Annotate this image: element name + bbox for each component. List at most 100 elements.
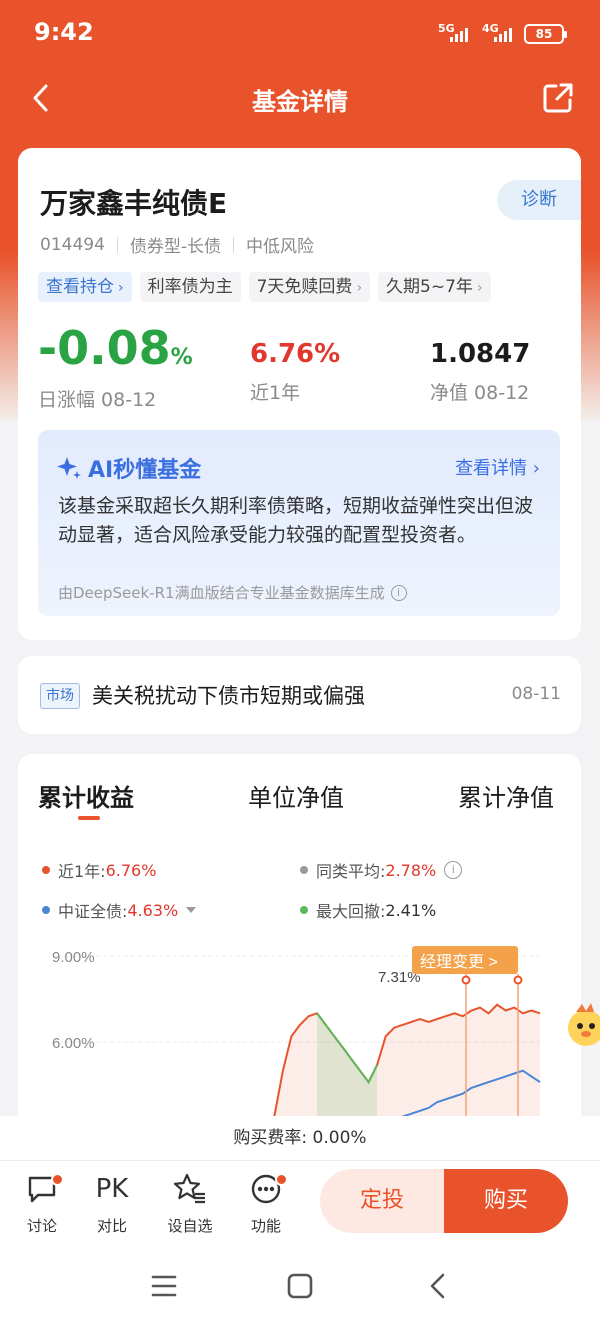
daily-change-value: -0.08 [38, 321, 171, 375]
fund-name: 万家鑫丰纯债E [40, 187, 228, 220]
chevron-right-icon: › [356, 280, 363, 296]
nav-stat: 1.0847 净值 08-12 [430, 336, 530, 405]
buy-button[interactable]: 购买 [444, 1169, 568, 1233]
chart-tabs: 累计收益 单位净值 累计净值 [18, 778, 581, 818]
divider [233, 236, 235, 253]
tag-label: 利率债为主 [147, 277, 233, 297]
status-time: 9:42 [34, 18, 94, 46]
legend-value: 4.63% [127, 900, 179, 920]
ai-footer: 由DeepSeek-R1满血版结合专业基金数据库生成 i [58, 582, 407, 603]
legend-value: 2.41% [385, 900, 437, 920]
fund-code: 014494 [40, 234, 105, 255]
signal-icon [450, 28, 468, 42]
info-icon[interactable]: i [444, 861, 463, 879]
add-watchlist-button[interactable]: 设自选 [160, 1171, 220, 1236]
divider [116, 236, 118, 253]
chevron-right-icon: › [118, 280, 124, 296]
ai-summary-box: AI秒懂基金 查看详情 › 该基金采取超长久期利率债策略，短期收益弹性突出但波动… [38, 430, 560, 616]
legend-label: 同类平均: [316, 862, 386, 881]
info-icon[interactable]: i [390, 584, 407, 601]
legend-label: 近1年: [58, 862, 106, 881]
notification-dot [51, 1173, 64, 1186]
star-list-icon [173, 1173, 205, 1204]
discuss-button[interactable]: 讨论 [12, 1171, 72, 1236]
pk-icon: PK [95, 1174, 129, 1204]
news-date: 08-11 [511, 684, 561, 704]
diagnose-button[interactable]: 诊断 [497, 180, 581, 220]
tag-label: 查看持仓 [46, 277, 114, 297]
battery-icon: 85 [524, 24, 567, 44]
active-tab-indicator [78, 816, 100, 820]
fund-tags: 查看持仓 › 利率债为主 7天免赎回费 › 久期5~7年 › [38, 272, 491, 302]
performance-chart-card: 累计收益 单位净值 累计净值 近1年: 6.76% 同类平均: 2.78% i 中证… [18, 754, 581, 1174]
notification-dot [275, 1173, 288, 1186]
ai-summary-text: 该基金采取超长久期利率债策略，短期收益弹性突出但波动显著，适合风险承受能力较强的… [58, 495, 534, 546]
tab-unit-nav[interactable]: 单位净值 [248, 778, 344, 813]
fund-summary-card: 万家鑫丰纯债E 诊断 014494 债券型-长债 中低风险 查看持仓 › 利率债为… [18, 148, 581, 640]
series-area [269, 1004, 540, 1134]
y-tick-label: 9.00% [52, 949, 95, 966]
legend-value: 2.78% [385, 860, 437, 880]
tag-label: 7天免赎回费 [256, 277, 353, 297]
tab-cumulative-return[interactable]: 累计收益 [38, 778, 134, 813]
legend-benchmark[interactable]: 中证全债: 4.63% [42, 898, 197, 922]
system-nav-bar [0, 1242, 600, 1335]
ai-title: AI秒懂基金 [56, 452, 201, 484]
fund-type: 债券型-长债 [129, 237, 222, 257]
back-triangle-icon[interactable] [424, 1272, 452, 1300]
tag-label: 久期5~7年 [386, 277, 473, 297]
y-tick-label: 6.00% [52, 1035, 95, 1052]
performance-chart[interactable]: 9.00%6.00%3.00%7.31%经理变更 > [18, 934, 581, 1134]
ai-view-details-link[interactable]: 查看详情 › [455, 454, 540, 480]
compare-button[interactable]: PK 对比 [82, 1171, 142, 1236]
fund-risk: 中低风险 [246, 237, 315, 257]
chevron-right-icon: › [532, 458, 540, 479]
mascot-icon[interactable] [562, 998, 600, 1054]
legend-dot [42, 866, 50, 874]
daily-change-unit: % [170, 345, 193, 370]
legend-dot [300, 866, 308, 874]
daily-change-stat: -0.08% 日涨幅 08-12 [38, 323, 193, 412]
ai-footer-text: 由DeepSeek-R1满血版结合专业基金数据库生成 [58, 584, 385, 602]
functions-label: 功能 [250, 1217, 281, 1235]
caret-down-icon [186, 907, 197, 913]
sparkle-icon [57, 457, 81, 479]
tag-free-redeem[interactable]: 7天免赎回费 › [248, 272, 371, 302]
share-icon[interactable] [540, 80, 576, 116]
bottom-action-bar: 讨论 PK 对比 设自选 功能 定投 购买 [0, 1160, 600, 1242]
legend-dot [42, 906, 50, 914]
top-nav: 基金详情 [0, 70, 600, 126]
daily-change-label: 日涨幅 08-12 [38, 389, 157, 411]
ai-title-text: AI秒懂基金 [88, 458, 202, 483]
tag-duration[interactable]: 久期5~7年 › [378, 272, 491, 302]
legend-label: 中证全债: [58, 902, 128, 921]
tab-cumulative-nav[interactable]: 累计净值 [458, 778, 554, 813]
status-bar: 9:42 5G 4G 85 [0, 0, 600, 68]
manager-change-label: 经理变更 > [420, 953, 498, 971]
signal-icon-2 [494, 28, 512, 42]
manager-change-marker [513, 975, 523, 985]
auto-invest-button[interactable]: 定投 [320, 1169, 444, 1233]
year-return-value: 6.76% [250, 339, 341, 369]
tag-rate-bond[interactable]: 利率债为主 [139, 272, 241, 302]
legend-value: 6.76% [105, 860, 157, 880]
nav-label: 净值 08-12 [430, 382, 530, 404]
home-square-icon[interactable] [286, 1272, 314, 1300]
watchlist-label: 设自选 [167, 1217, 213, 1235]
year-return-stat: 6.76% 近1年 [250, 336, 340, 405]
tag-view-holdings[interactable]: 查看持仓 › [38, 272, 132, 302]
news-item[interactable]: 市场 美关税扰动下债市短期或偏强 08-11 [18, 656, 581, 734]
year-return-label: 近1年 [250, 382, 301, 404]
legend-dot [300, 906, 308, 914]
menu-icon[interactable] [150, 1272, 178, 1300]
ai-link-text: 查看详情 [455, 458, 528, 479]
news-headline: 美关税扰动下债市短期或偏强 [92, 684, 365, 708]
discuss-label: 讨论 [26, 1217, 57, 1235]
manager-change-marker [461, 975, 471, 985]
functions-button[interactable]: 功能 [236, 1171, 296, 1236]
news-badge: 市场 [40, 683, 80, 709]
legend-peer-average: 同类平均: 2.78% i [300, 858, 463, 882]
page-title: 基金详情 [252, 88, 348, 116]
legend-label: 最大回撤: [316, 902, 386, 921]
legend-max-drawdown: 最大回撤: 2.41% [300, 898, 436, 922]
